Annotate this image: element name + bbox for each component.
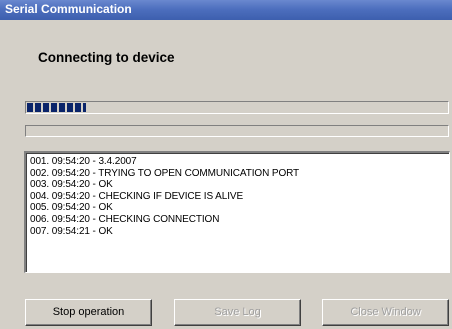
stop-operation-button[interactable]: Stop operation — [25, 299, 152, 326]
log-list[interactable]: 001. 09:54:20 - 3.4.2007 002. 09:54:20 -… — [24, 151, 450, 273]
status-heading: Connecting to device — [38, 50, 175, 65]
close-window-button[interactable]: Close Window — [322, 299, 449, 326]
log-line: 004. 09:54:20 - CHECKING IF DEVICE IS AL… — [30, 190, 244, 202]
save-log-button[interactable]: Save Log — [174, 299, 301, 326]
log-line: 007. 09:54:21 - OK — [30, 225, 113, 237]
progress-bar — [25, 101, 449, 114]
progress-fill — [27, 103, 86, 112]
log-line: 005. 09:54:20 - OK — [30, 202, 113, 214]
log-line: 001. 09:54:20 - 3.4.2007 — [30, 156, 137, 167]
log-line: 002. 09:54:20 - TRYING TO OPEN COMMUNICA… — [30, 167, 300, 179]
log-line: 003. 09:54:20 - OK — [30, 179, 113, 191]
log-line: 006. 09:54:20 - CHECKING CONNECTION — [30, 213, 220, 225]
window-title: Serial Communication — [0, 0, 452, 20]
secondary-progress-bar — [25, 125, 449, 137]
